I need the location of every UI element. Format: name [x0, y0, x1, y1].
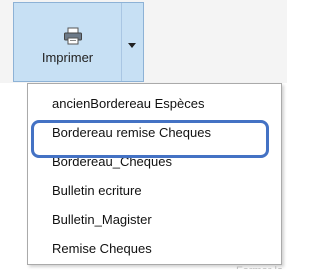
print-button-label: Imprimer [41, 50, 94, 65]
printer-icon [64, 27, 82, 45]
menu-item-bulletin-magister[interactable]: Bulletin_Magister [52, 212, 152, 227]
print-split-button[interactable]: Imprimer [13, 2, 144, 82]
print-button[interactable]: Imprimer [14, 3, 121, 81]
background-partial-text: Fermer la [236, 265, 284, 277]
print-dropdown-toggle[interactable] [122, 3, 143, 81]
chevron-down-icon [128, 43, 136, 48]
menu-item-remise-cheques[interactable]: Remise Cheques [52, 241, 152, 256]
print-options-menu: ancienBordereau Espèces Bordereau remise… [27, 83, 282, 265]
menu-item-ancien-bordereau-especes[interactable]: ancienBordereau Espèces [52, 96, 205, 111]
menu-item-bulletin-ecriture[interactable]: Bulletin ecriture [52, 183, 142, 198]
highlight-annotation [31, 120, 269, 158]
